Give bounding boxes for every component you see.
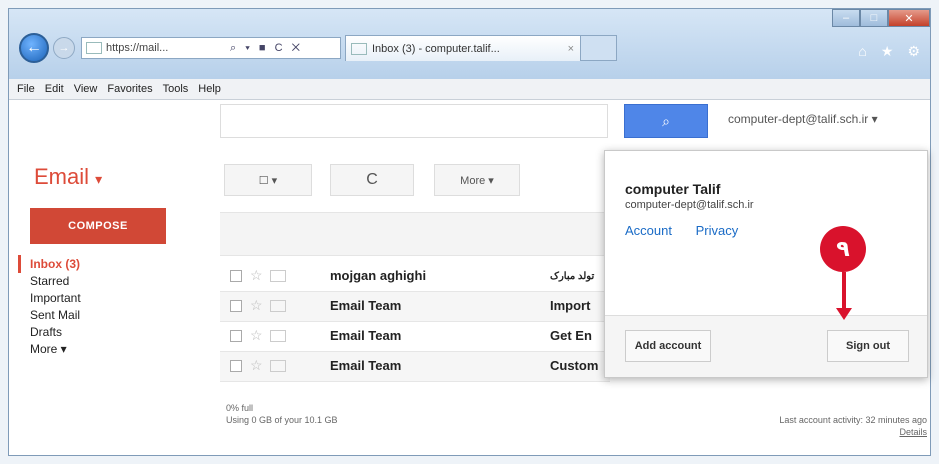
star-icon[interactable]: ☆ [250, 297, 263, 314]
star-icon[interactable]: ☆ [250, 327, 263, 344]
address-bar[interactable]: https://mail... ⌕ ▾ ■ C ✕ [81, 37, 341, 59]
message-sender: Email Team [330, 358, 402, 373]
message-subject: Custom [550, 358, 599, 373]
table-row[interactable]: ☆ Email Team Get En [220, 322, 610, 352]
message-subject: Get En [550, 328, 592, 343]
table-row[interactable]: ☆ mojgan aghighi تولد مبارک [220, 262, 610, 292]
row-checkbox[interactable] [230, 330, 242, 342]
step-number-badge: ٩ [820, 226, 866, 272]
new-tab-button[interactable] [581, 35, 617, 61]
sidebar-item-sent[interactable]: Sent Mail [30, 307, 81, 324]
forward-button[interactable]: → [53, 37, 75, 59]
address-url[interactable]: https://mail... [106, 42, 222, 54]
refresh-button[interactable]: C [330, 164, 414, 196]
tab-favicon-icon [351, 42, 367, 55]
privacy-link[interactable]: Privacy [696, 223, 739, 238]
sidebar-item-starred[interactable]: Starred [30, 273, 81, 290]
tab-close-icon[interactable]: × [568, 43, 574, 55]
menu-favorites[interactable]: Favorites [107, 83, 152, 95]
sidebar-item-important[interactable]: Important [30, 290, 81, 307]
active-folder-marker [18, 255, 21, 273]
important-marker-icon[interactable] [270, 360, 286, 372]
site-favicon-icon [86, 42, 102, 54]
menu-tools[interactable]: Tools [163, 83, 189, 95]
account-links: Account Privacy [625, 223, 758, 238]
storage-percent: 0% full [226, 403, 254, 413]
storage-usage: 0% full Using 0 GB of your 10.1 GB [226, 402, 338, 426]
table-row[interactable]: ☆ Email Team Custom [220, 352, 610, 382]
account-activity: Last account activity: 32 minutes ago De… [779, 414, 927, 438]
title-bar: – □ ✕ ← → https://mail... ⌕ ▾ ■ C ✕ Inbo… [9, 9, 930, 79]
star-icon[interactable]: ☆ [250, 267, 263, 284]
row-checkbox[interactable] [230, 270, 242, 282]
sidebar-item-inbox[interactable]: Inbox (3) [30, 256, 81, 273]
minimize-button[interactable]: – [832, 9, 860, 27]
storage-text: Using 0 GB of your 10.1 GB [226, 415, 338, 425]
account-popup: computer Talif computer-dept@talif.sch.i… [604, 150, 928, 378]
tab-title: Inbox (3) - computer.talif... [372, 42, 500, 55]
account-popup-footer: Add account Sign out [605, 315, 927, 377]
home-icon[interactable]: ⌂ [858, 43, 866, 60]
forward-arrow-icon: → [58, 42, 70, 54]
folder-list: Inbox (3) Starred Important Sent Mail Dr… [30, 256, 81, 358]
inbox-category-strip [220, 212, 610, 256]
select-all-button[interactable]: ☐ ▾ [224, 164, 312, 196]
message-sender: Email Team [330, 328, 402, 343]
brand-label: Email [34, 164, 90, 189]
annotation-arrow [842, 272, 846, 312]
back-arrow-icon: ← [26, 39, 42, 56]
row-checkbox[interactable] [230, 300, 242, 312]
important-marker-icon[interactable] [270, 330, 286, 342]
brand-caret-icon: ▾ [95, 171, 103, 187]
email-brand[interactable]: Email ▾ [34, 164, 102, 190]
tab-inbox[interactable]: Inbox (3) - computer.talif... × [345, 35, 581, 61]
sidebar-item-drafts[interactable]: Drafts [30, 324, 81, 341]
browser-right-icons: ⌂ ★ ⚙ [858, 43, 920, 60]
add-account-button[interactable]: Add account [625, 330, 711, 362]
important-marker-icon[interactable] [270, 300, 286, 312]
table-row[interactable]: ☆ Email Team Import [220, 292, 610, 322]
maximize-button[interactable]: □ [860, 9, 888, 27]
account-popup-email: computer-dept@talif.sch.ir [625, 199, 754, 211]
menu-edit[interactable]: Edit [45, 83, 64, 95]
message-sender: Email Team [330, 298, 402, 313]
search-icon: ⌕ [662, 112, 670, 129]
account-link[interactable]: Account [625, 223, 672, 238]
close-button[interactable]: ✕ [888, 9, 930, 27]
gear-icon[interactable]: ⚙ [907, 43, 920, 60]
sidebar-item-more[interactable]: More ▾ [30, 341, 81, 358]
annotation-arrowhead [836, 308, 852, 320]
search-button[interactable]: ⌕ [624, 104, 708, 138]
address-controls[interactable]: ⌕ ▾ ■ C ✕ [230, 42, 303, 55]
details-link[interactable]: Details [779, 426, 927, 438]
compose-button[interactable]: COMPOSE [30, 208, 166, 244]
menu-file[interactable]: File [17, 83, 35, 95]
sign-out-button[interactable]: Sign out [827, 330, 909, 362]
window-controls: – □ ✕ [832, 9, 930, 27]
menu-bar: File Edit View Favorites Tools Help [9, 79, 930, 100]
important-marker-icon[interactable] [270, 270, 286, 282]
star-icon[interactable]: ★ [881, 43, 894, 60]
message-subject: تولد مبارک [550, 271, 595, 282]
message-subject: Import [550, 298, 591, 313]
back-button[interactable]: ← [19, 33, 49, 63]
message-sender: mojgan aghighi [330, 268, 427, 283]
chevron-down-icon: ▾ [871, 112, 878, 126]
account-email: computer-dept@talif.sch.ir [728, 112, 869, 126]
menu-view[interactable]: View [74, 83, 98, 95]
star-icon[interactable]: ☆ [250, 357, 263, 374]
more-button[interactable]: More ▾ [434, 164, 520, 196]
menu-help[interactable]: Help [198, 83, 221, 95]
account-switcher[interactable]: computer-dept@talif.sch.ir ▾ [728, 112, 878, 126]
row-checkbox[interactable] [230, 360, 242, 372]
last-activity-text: Last account activity: 32 minutes ago [779, 415, 927, 425]
account-name: computer Talif [625, 181, 721, 197]
mail-search-input[interactable] [220, 104, 608, 138]
